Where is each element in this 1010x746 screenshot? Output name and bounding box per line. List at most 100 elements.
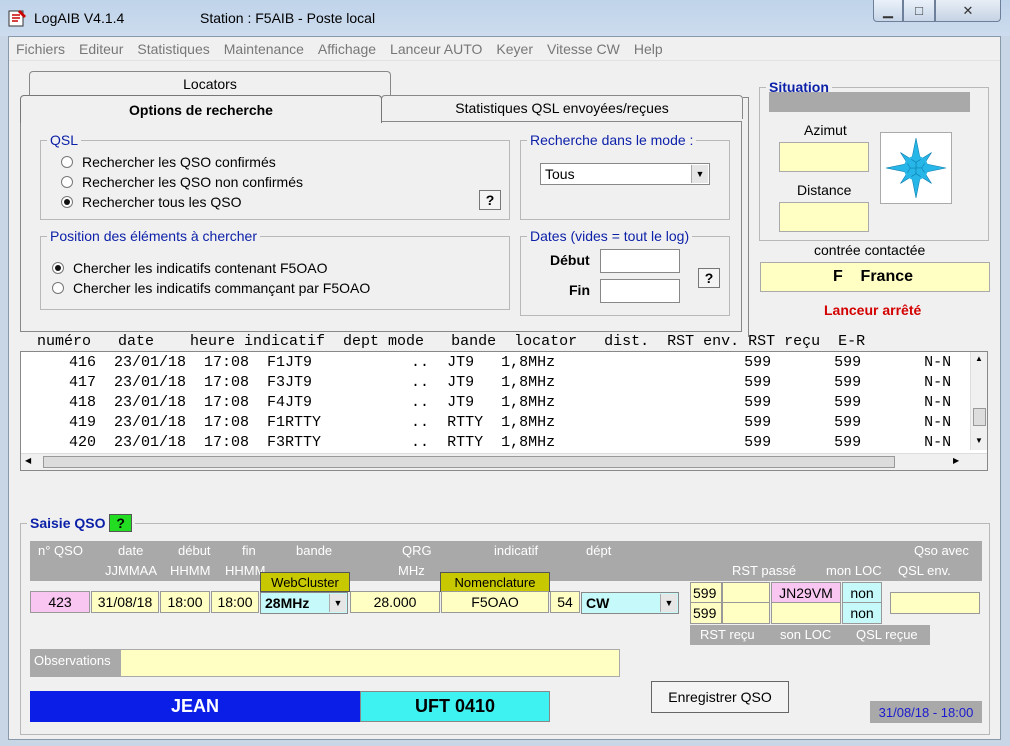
rst-passe-extra-field[interactable] (722, 582, 770, 604)
date-field[interactable]: 31/08/18 (91, 591, 159, 613)
menu-statistiques[interactable]: Statistiques (137, 41, 209, 57)
qrg-field[interactable]: 28.000 (350, 591, 440, 613)
minimize-button[interactable]: ▁ (873, 0, 903, 22)
menu-keyer[interactable]: Keyer (496, 41, 533, 57)
header-son-loc: son LOC (780, 627, 832, 642)
dates-group-legend: Dates (vides = tout le log) (530, 228, 690, 244)
qsl-help-button[interactable]: ? (479, 190, 501, 210)
debut-date-input[interactable] (600, 249, 680, 273)
chevron-down-icon[interactable]: ▼ (329, 594, 346, 612)
header-qsl-env: QSL env. (898, 563, 951, 578)
radio-qso-non-confirmes[interactable]: Rechercher les QSO non confirmés (61, 174, 303, 190)
dept-field[interactable]: 54 (550, 591, 580, 613)
search-options-panel: QSL Rechercher les QSO confirmés Recherc… (20, 121, 742, 332)
bande-select-value: 28MHz (265, 595, 310, 611)
rst-passe-field[interactable]: 599 (690, 582, 722, 604)
nomenclature-button[interactable]: Nomenclature (440, 572, 550, 592)
scroll-right-icon[interactable]: ▶ (953, 456, 959, 465)
enregistrer-qso-button[interactable]: Enregistrer QSO (651, 681, 789, 713)
operator-name: JEAN (30, 691, 360, 722)
no-qso-field[interactable]: 423 (30, 591, 90, 613)
menu-vitesse-cw[interactable]: Vitesse CW (547, 41, 620, 57)
radio-tous-qso[interactable]: Rechercher tous les QSO (61, 194, 242, 210)
qsl-env-field[interactable]: non (842, 582, 882, 604)
chevron-down-icon[interactable]: ▼ (691, 165, 708, 183)
vertical-scrollbar[interactable]: ▲ ▼ (970, 352, 987, 450)
log-list[interactable]: 416 23/01/18 17:08 F1JT9 .. JT9 1,8MHz 5… (20, 351, 988, 471)
log-row[interactable]: 419 23/01/18 17:08 F1RTTY .. RTTY 1,8MHz… (51, 414, 951, 431)
menu-editeur[interactable]: Editeur (79, 41, 123, 57)
observations-label: Observations (30, 649, 120, 677)
maximize-button[interactable]: □ (903, 0, 935, 22)
radio-circle[interactable] (61, 176, 73, 188)
fin-date-input[interactable] (600, 279, 680, 303)
menu-fichiers[interactable]: Fichiers (16, 41, 65, 57)
dates-help-button[interactable]: ? (698, 268, 720, 288)
radio-label: Rechercher tous les QSO (82, 194, 242, 210)
tab-statistiques-qsl[interactable]: Statistiques QSL envoyées/reçues (381, 95, 743, 119)
rst-recu-extra-field[interactable] (722, 602, 770, 624)
chevron-down-icon[interactable]: ▼ (660, 594, 677, 612)
close-icon: ✕ (962, 2, 974, 18)
radio-commancant[interactable]: Chercher les indicatifs commançant par F… (52, 280, 370, 296)
header-debut-format: HHMM (170, 563, 211, 578)
mon-loc-field[interactable]: JN29VM (771, 582, 841, 604)
header-dept: dépt (586, 543, 612, 558)
header-rst-recu: RST reçu (700, 627, 755, 642)
observations-input[interactable] (120, 649, 620, 677)
header-rst-passe: RST passé (732, 563, 797, 578)
menu-affichage[interactable]: Affichage (318, 41, 376, 57)
title-bar: LogAIB V4.1.4 Station : F5AIB - Poste lo… (0, 0, 1010, 36)
menu-bar: Fichiers Editeur Statistiques Maintenanc… (9, 37, 1000, 61)
minimize-icon: ▁ (883, 2, 893, 18)
son-loc-field[interactable] (771, 602, 841, 624)
header-debut: début (178, 543, 211, 558)
menu-lanceur-auto[interactable]: Lanceur AUTO (390, 41, 482, 57)
rst-recu-field[interactable]: 599 (690, 602, 722, 624)
log-row[interactable]: 416 23/01/18 17:08 F1JT9 .. JT9 1,8MHz 5… (51, 354, 951, 371)
menu-maintenance[interactable]: Maintenance (224, 41, 304, 57)
bande-select[interactable]: 28MHz ▼ (260, 592, 348, 614)
log-row[interactable]: 417 23/01/18 17:08 F3JT9 .. JT9 1,8MHz 5… (51, 374, 951, 391)
operator-locator: UFT 0410 (360, 691, 550, 722)
radio-circle-selected[interactable] (61, 196, 73, 208)
scroll-down-icon[interactable]: ▼ (975, 436, 983, 445)
radio-circle[interactable] (61, 156, 73, 168)
lanceur-status: Lanceur arrêté (824, 302, 922, 318)
saisie-help-button[interactable]: ? (109, 514, 132, 532)
tab-options-recherche[interactable]: Options de recherche (20, 95, 382, 123)
indicatif-field[interactable]: F5OAO (441, 591, 549, 613)
distance-label: Distance (797, 182, 852, 198)
tab-locators[interactable]: Locators (29, 71, 391, 95)
scroll-up-icon[interactable]: ▲ (975, 354, 983, 363)
close-button[interactable]: ✕ (935, 0, 1001, 22)
header-no-qso: n° QSO (38, 543, 83, 558)
radio-circle[interactable] (52, 282, 64, 294)
qsl-extra-field[interactable] (890, 592, 980, 614)
azimut-label: Azimut (804, 122, 847, 138)
mode-entry-select[interactable]: CW ▼ (581, 592, 679, 614)
mode-group-legend: Recherche dans le mode : (530, 132, 694, 148)
debut-field[interactable]: 18:00 (160, 591, 210, 613)
header-qrg-unit: MHz (398, 563, 425, 578)
menu-help[interactable]: Help (634, 41, 663, 57)
radio-contenant[interactable]: Chercher les indicatifs contenant F5OAO (52, 260, 327, 276)
mode-select[interactable]: Tous ▼ (540, 163, 710, 185)
fin-field[interactable]: 18:00 (211, 591, 259, 613)
webcluster-button[interactable]: WebCluster (260, 572, 350, 592)
vertical-scroll-thumb[interactable] (973, 408, 986, 426)
log-row[interactable]: 418 23/01/18 17:08 F4JT9 .. JT9 1,8MHz 5… (51, 394, 951, 411)
rst-recu-band: RST reçu son LOC QSL reçue (690, 625, 930, 645)
scroll-left-icon[interactable]: ◀ (25, 456, 31, 465)
app-title: LogAIB V4.1.4 (34, 10, 125, 26)
header-fin: fin (242, 543, 256, 558)
log-row[interactable]: 420 23/01/18 17:08 F3RTTY .. RTTY 1,8MHz… (51, 434, 951, 451)
tab-stack-edge (743, 97, 749, 337)
header-bande: bande (296, 543, 333, 558)
fin-label: Fin (569, 282, 590, 298)
radio-circle-selected[interactable] (52, 262, 64, 274)
horizontal-scroll-thumb[interactable] (43, 456, 895, 468)
horizontal-scrollbar[interactable]: ◀ ▶ (21, 453, 987, 470)
qsl-recue-field[interactable]: non (842, 602, 882, 624)
radio-qso-confirmes[interactable]: Rechercher les QSO confirmés (61, 154, 276, 170)
